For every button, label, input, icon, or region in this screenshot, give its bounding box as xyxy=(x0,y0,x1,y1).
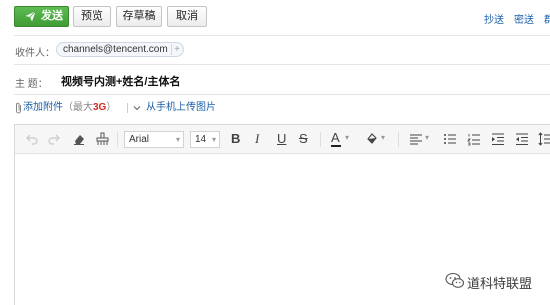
outdent-icon[interactable] xyxy=(515,131,529,147)
upload-from-phone-link[interactable]: 从手机上传图片 xyxy=(146,101,216,115)
divider xyxy=(117,132,118,147)
undo-icon[interactable] xyxy=(25,131,39,147)
bold-icon[interactable]: B xyxy=(231,131,240,147)
chevron-down-icon[interactable] xyxy=(133,102,141,114)
send-label: 发送 xyxy=(41,10,63,22)
preview-button[interactable]: 预览 xyxy=(73,6,111,27)
recipient-address: channels@tencent.com xyxy=(63,44,168,55)
watermark-text: 道科特联盟 xyxy=(467,276,533,291)
format-painter-icon[interactable] xyxy=(95,131,109,147)
chevron-down-icon: ▾ xyxy=(211,135,216,144)
strikethrough-icon[interactable]: S xyxy=(299,131,308,147)
limit-prefix: （最大 xyxy=(63,102,93,113)
divider xyxy=(320,132,321,147)
font-size-select[interactable]: 14 ▾ xyxy=(190,131,220,148)
chevron-down-icon: ▾ xyxy=(175,135,180,144)
divider xyxy=(127,103,128,113)
chevron-down-icon: ▾ xyxy=(381,133,386,142)
subject-label: 主 题： xyxy=(15,79,48,90)
underline-icon[interactable]: U xyxy=(277,131,286,147)
attachment-size-limit: （最大3G） xyxy=(63,101,116,115)
divider xyxy=(398,132,399,147)
numbered-list-icon[interactable] xyxy=(467,131,481,147)
chevron-down-icon: ▾ xyxy=(345,133,350,142)
cc-link[interactable]: 抄送 xyxy=(484,11,504,26)
italic-icon[interactable]: I xyxy=(255,131,259,147)
editor-toolbar: Arial ▾ 14 ▾ B I U S A ▾ ▾ ▾ xyxy=(15,125,550,154)
separate-send-link[interactable]: 群 xyxy=(544,11,550,26)
line-height-icon[interactable] xyxy=(538,131,550,147)
divider xyxy=(14,64,550,65)
divider xyxy=(14,35,550,36)
font-color-swatch xyxy=(331,145,341,147)
to-label: 收件人： xyxy=(15,48,55,59)
recipient-chip[interactable]: channels@tencent.com + xyxy=(56,42,184,57)
highlight-icon[interactable]: ▾ xyxy=(365,131,389,147)
cancel-button[interactable]: 取消 xyxy=(167,6,207,27)
add-recipient-button[interactable]: + xyxy=(171,44,182,55)
limit-value: 3G xyxy=(93,102,107,113)
paper-plane-icon xyxy=(25,11,36,22)
add-attachment-link[interactable]: 添加附件 xyxy=(23,101,63,115)
limit-suffix: ） xyxy=(106,102,117,113)
wechat-logo-icon xyxy=(445,272,465,288)
paperclip-icon xyxy=(16,102,21,114)
bullet-list-icon[interactable] xyxy=(443,131,457,147)
subject-input[interactable]: 视频号内测+姓名/主体名 xyxy=(61,73,180,89)
font-size-value: 14 xyxy=(195,134,207,145)
font-family-select[interactable]: Arial ▾ xyxy=(124,131,184,148)
font-color-glyph: A xyxy=(331,130,340,145)
eraser-icon[interactable] xyxy=(72,131,86,147)
font-family-value: Arial xyxy=(129,134,150,145)
compose-toolbar: 发送 预览 存草稿 取消 抄送 密送 群 xyxy=(0,0,550,34)
align-icon[interactable]: ▾ xyxy=(409,131,433,147)
send-button[interactable]: 发送 xyxy=(14,6,69,27)
redo-icon[interactable] xyxy=(47,131,61,147)
font-color-icon[interactable]: A ▾ xyxy=(331,131,353,147)
save-draft-button[interactable]: 存草稿 xyxy=(116,6,162,27)
indent-icon[interactable] xyxy=(491,131,505,147)
bcc-link[interactable]: 密送 xyxy=(514,11,534,26)
chevron-down-icon: ▾ xyxy=(425,133,430,142)
divider xyxy=(14,94,550,95)
